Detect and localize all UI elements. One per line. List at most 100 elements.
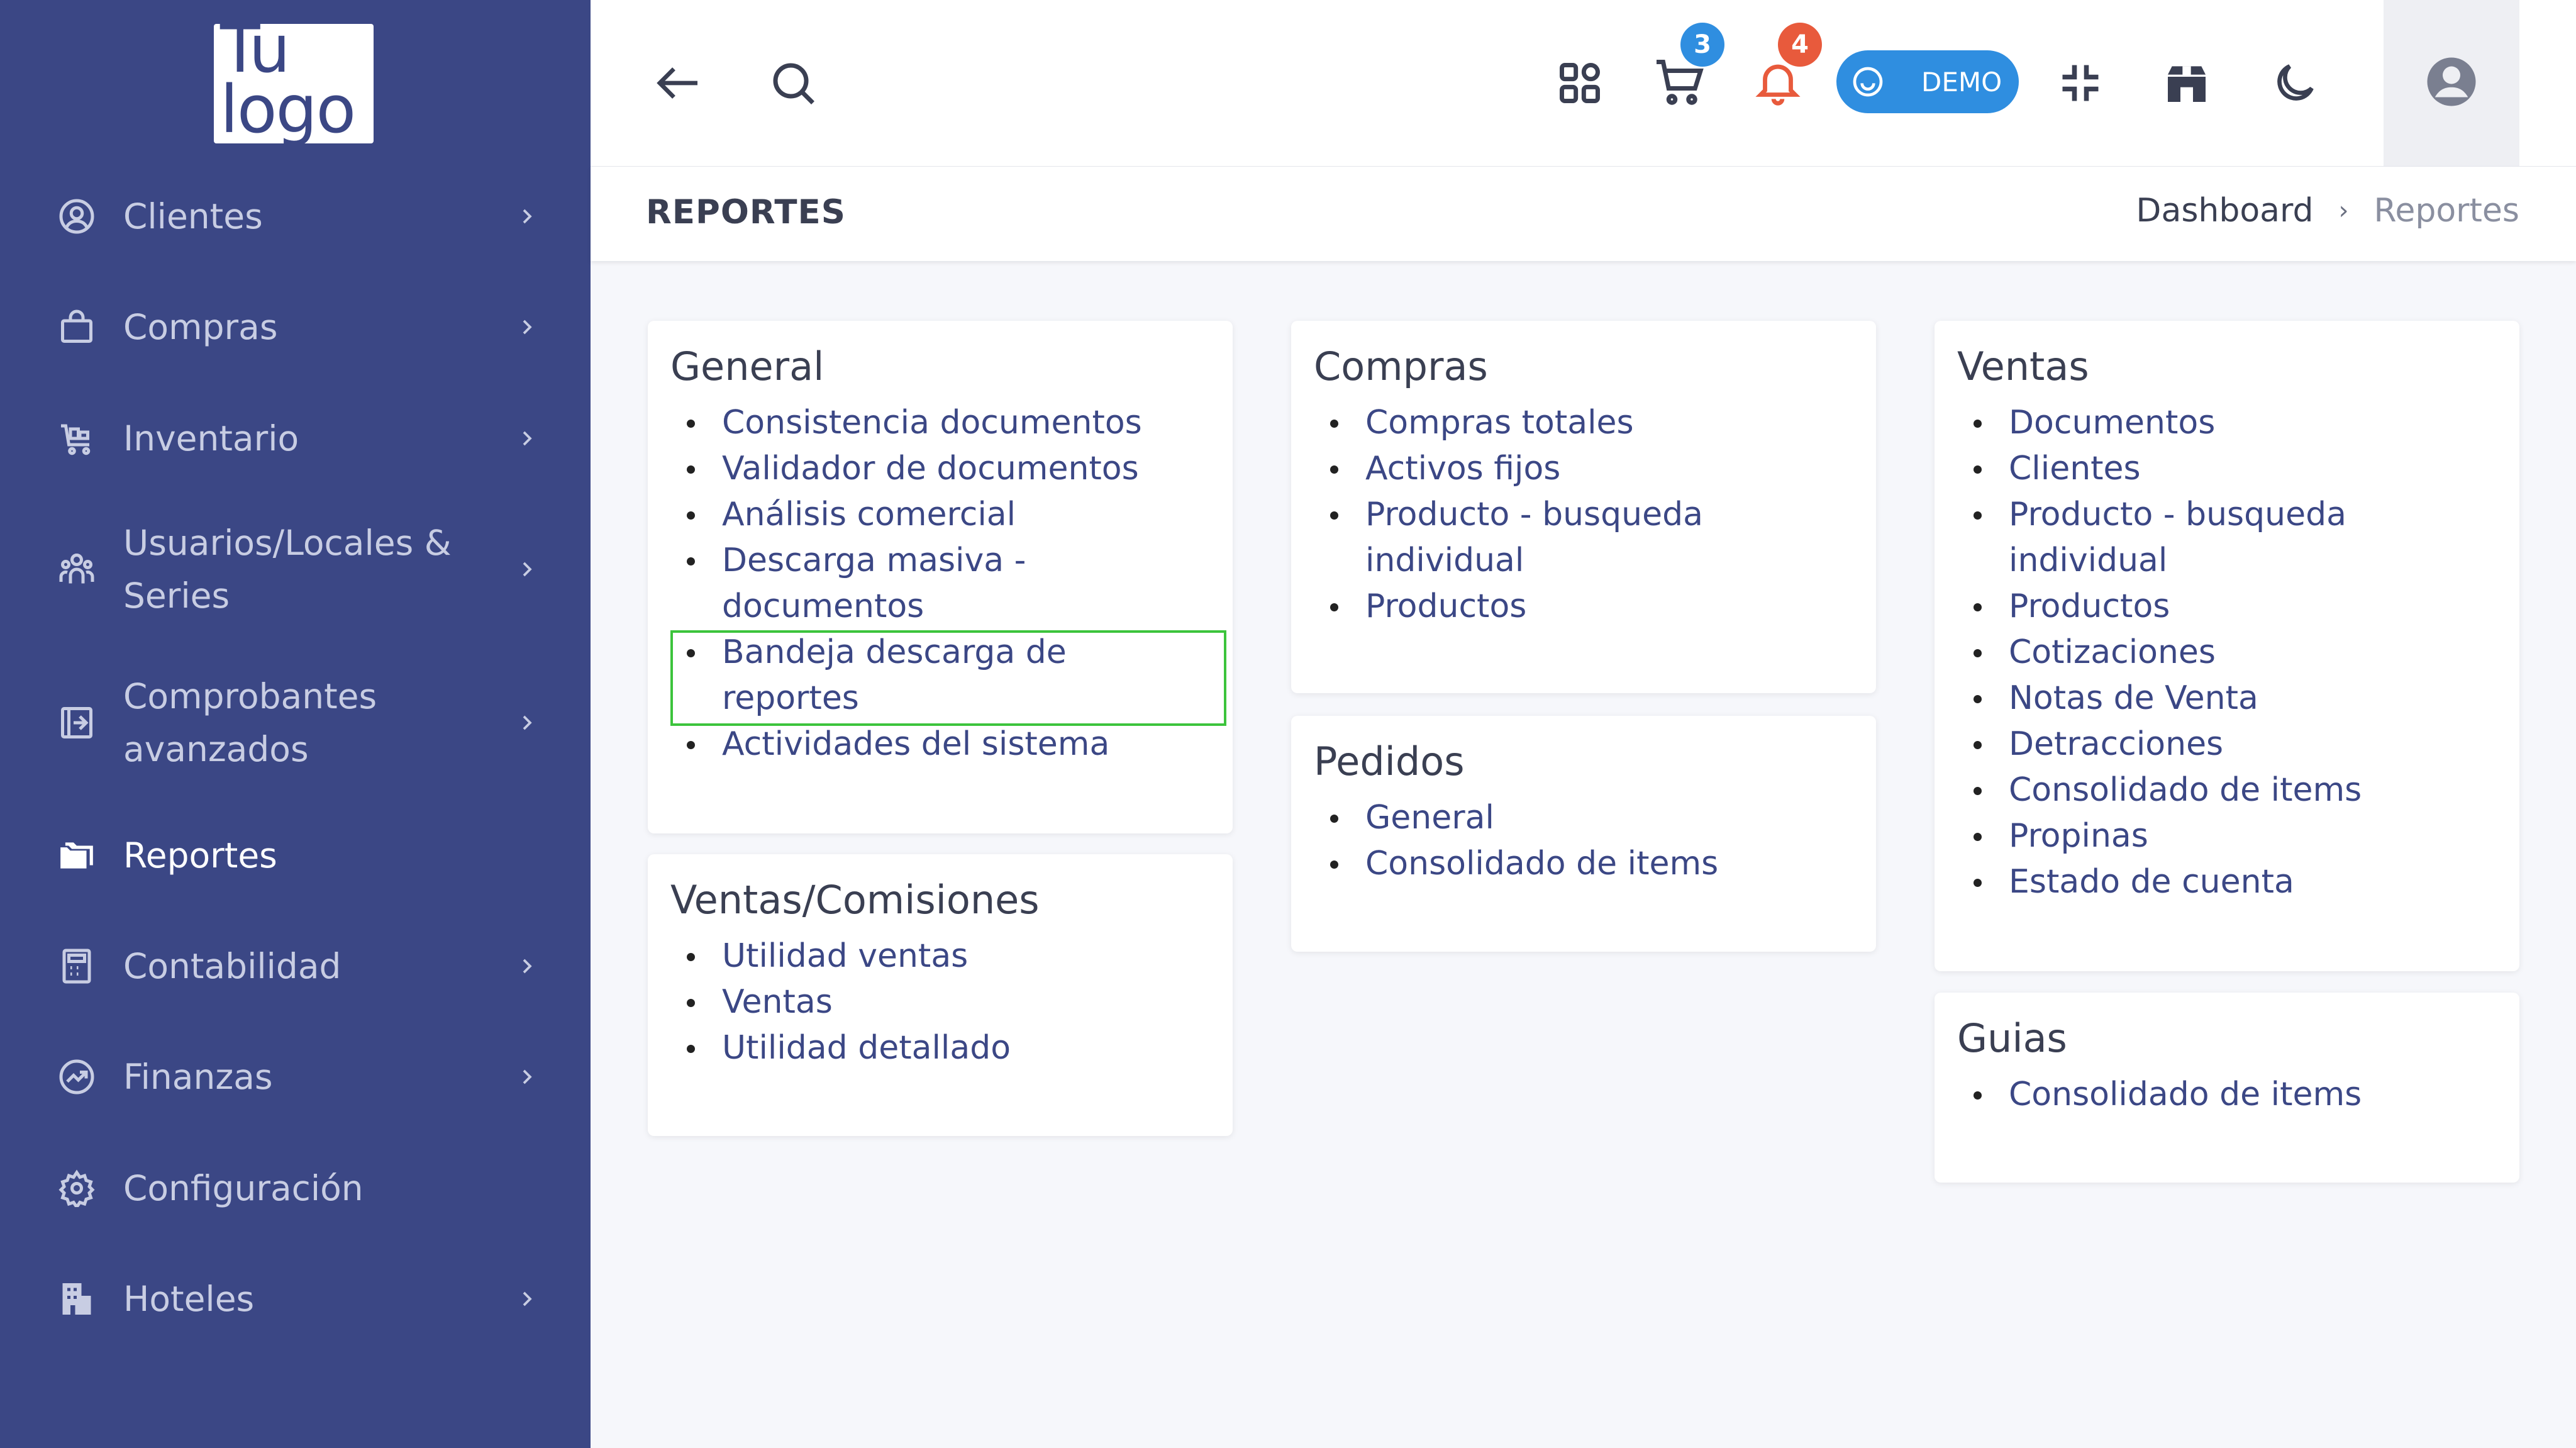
report-link-producto-busqueda[interactable]: Producto - busqueda individual	[1330, 492, 1703, 584]
breadcrumb: Dashboard › Reportes	[2136, 192, 2519, 230]
chevron-right-icon: ›	[2338, 196, 2349, 225]
demo-label: DEMO	[1921, 66, 2002, 97]
logo[interactable]: Tu logo	[214, 24, 374, 143]
notifications-count-badge: 4	[1778, 23, 1822, 67]
shopping-bag-icon	[57, 307, 97, 347]
compress-icon[interactable]	[2049, 52, 2112, 114]
report-link-consolidado-items[interactable]: Consolidado de items	[1973, 767, 2362, 813]
card-pedidos: Pedidos General Consolidado de items	[1291, 716, 1876, 952]
report-link-validador[interactable]: Validador de documentos	[687, 446, 1142, 492]
sidebar-item-label: Compras	[123, 307, 278, 347]
sidebar-item-finanzas[interactable]: Finanzas	[0, 1039, 591, 1115]
apps-grid-icon[interactable]	[1548, 52, 1611, 114]
report-link-actividades[interactable]: Actividades del sistema	[687, 721, 1142, 767]
chevron-right-icon	[514, 954, 540, 979]
card-ventas: Ventas Documentos Clientes Producto - bu…	[1935, 321, 2519, 971]
report-link-productos[interactable]: Productos	[1973, 584, 2362, 630]
report-link-analisis[interactable]: Análisis comercial	[687, 492, 1142, 538]
sidebar-item-clientes[interactable]: Clientes	[0, 179, 591, 254]
report-link-propinas[interactable]: Propinas	[1973, 813, 2362, 859]
chevron-right-icon	[514, 557, 540, 582]
report-list: General Consolidado de items	[1330, 795, 1718, 887]
smile-icon	[1850, 64, 1885, 99]
card-title: Compras	[1314, 343, 1488, 389]
store-icon[interactable]	[2155, 52, 2218, 114]
card-general: General Consistencia documentos Validado…	[648, 321, 1233, 833]
breadcrumb-current: Reportes	[2373, 192, 2519, 230]
chevron-right-icon	[514, 1064, 540, 1089]
sidebar-item-label: Usuarios/Locales & Series	[123, 523, 452, 616]
user-circle-icon	[57, 196, 97, 237]
highlight-box	[670, 630, 1226, 726]
trending-circle-icon	[57, 1057, 97, 1097]
report-link-consistencia[interactable]: Consistencia documentos	[687, 400, 1142, 446]
breadcrumb-dashboard[interactable]: Dashboard	[2136, 192, 2313, 230]
sidebar-item-comprobantes[interactable]: Comprobantes avanzados	[0, 657, 591, 789]
building-icon	[57, 1279, 97, 1319]
report-link-activos-fijos[interactable]: Activos fijos	[1330, 446, 1703, 492]
chevron-right-icon	[514, 315, 540, 340]
report-link-consolidado-items[interactable]: Consolidado de items	[1973, 1072, 2362, 1118]
sidebar: Tu logo Clientes Compras Inventario Usua…	[0, 0, 591, 1448]
sidebar-item-configuracion[interactable]: Configuración	[0, 1150, 591, 1226]
user-menu-button[interactable]	[2384, 0, 2519, 166]
report-link-notas-venta[interactable]: Notas de Venta	[1973, 676, 2362, 721]
report-link-estado-cuenta[interactable]: Estado de cuenta	[1973, 859, 2362, 905]
card-title: Ventas/Comisiones	[670, 877, 1040, 923]
sidebar-item-label: Comprobantes avanzados	[123, 676, 377, 769]
report-list: Consolidado de items	[1973, 1072, 2362, 1118]
report-list: Documentos Clientes Producto - busqueda …	[1973, 400, 2362, 905]
chevron-right-icon	[514, 1286, 540, 1312]
report-link-clientes[interactable]: Clientes	[1973, 446, 2362, 492]
sidebar-item-usuarios[interactable]: Usuarios/Locales & Series	[0, 503, 591, 635]
report-link-ventas[interactable]: Ventas	[686, 979, 1011, 1025]
report-link-utilidad-detallado[interactable]: Utilidad detallado	[686, 1025, 1011, 1071]
sidebar-item-label: Hoteles	[123, 1279, 255, 1319]
cart-count-badge: 3	[1680, 23, 1724, 67]
report-link-cotizaciones[interactable]: Cotizaciones	[1973, 630, 2362, 676]
sidebar-item-reportes[interactable]: Reportes	[0, 818, 591, 893]
page-title: REPORTES	[646, 193, 846, 231]
chevron-right-icon	[514, 710, 540, 735]
report-link-general[interactable]: General	[1330, 795, 1718, 841]
report-list: Utilidad ventas Ventas Utilidad detallad…	[686, 933, 1011, 1071]
report-list: Compras totales Activos fijos Producto -…	[1330, 400, 1703, 630]
report-link-detracciones[interactable]: Detracciones	[1973, 721, 2362, 767]
report-link-producto-busqueda[interactable]: Producto - busqueda individual	[1973, 492, 2362, 584]
page-header: REPORTES Dashboard › Reportes	[591, 167, 2576, 261]
logo-text: Tu logo	[220, 24, 356, 143]
chevron-right-icon	[514, 426, 540, 451]
card-title: Ventas	[1957, 343, 2089, 389]
sidebar-item-label: Finanzas	[123, 1057, 273, 1097]
report-link-productos[interactable]: Productos	[1330, 584, 1703, 630]
inventory-cart-icon	[57, 418, 97, 459]
user-avatar-icon	[2425, 55, 2478, 111]
report-link-compras-totales[interactable]: Compras totales	[1330, 400, 1703, 446]
report-link-descarga-masiva[interactable]: Descarga masiva - documentos	[687, 538, 1142, 630]
sidebar-item-label: Clientes	[123, 196, 263, 237]
search-icon[interactable]	[762, 52, 824, 114]
topbar: 3 4 DEMO	[591, 0, 2576, 167]
sidebar-item-compras[interactable]: Compras	[0, 289, 591, 365]
back-arrow-icon[interactable]	[647, 52, 710, 114]
sidebar-item-hoteles[interactable]: Hoteles	[0, 1261, 591, 1337]
sidebar-item-label: Configuración	[123, 1168, 364, 1208]
gear-icon	[57, 1168, 97, 1208]
demo-mode-toggle[interactable]: DEMO	[1836, 50, 2019, 113]
report-link-utilidad-ventas[interactable]: Utilidad ventas	[686, 933, 1011, 979]
folders-icon	[57, 835, 97, 876]
users-icon	[57, 549, 97, 589]
sidebar-item-label: Contabilidad	[123, 946, 341, 986]
sidebar-item-inventario[interactable]: Inventario	[0, 401, 591, 476]
chevron-right-icon	[514, 204, 540, 229]
card-compras: Compras Compras totales Activos fijos Pr…	[1291, 321, 1876, 693]
report-link-consolidado-items[interactable]: Consolidado de items	[1330, 841, 1718, 887]
sidebar-item-contabilidad[interactable]: Contabilidad	[0, 928, 591, 1004]
card-title: Pedidos	[1314, 738, 1465, 784]
sidebar-item-label: Inventario	[123, 418, 299, 459]
card-title: General	[670, 343, 824, 389]
card-title: Guias	[1957, 1015, 2067, 1061]
calculator-icon	[57, 946, 97, 986]
report-link-documentos[interactable]: Documentos	[1973, 400, 2362, 446]
moon-icon[interactable]	[2263, 52, 2326, 114]
